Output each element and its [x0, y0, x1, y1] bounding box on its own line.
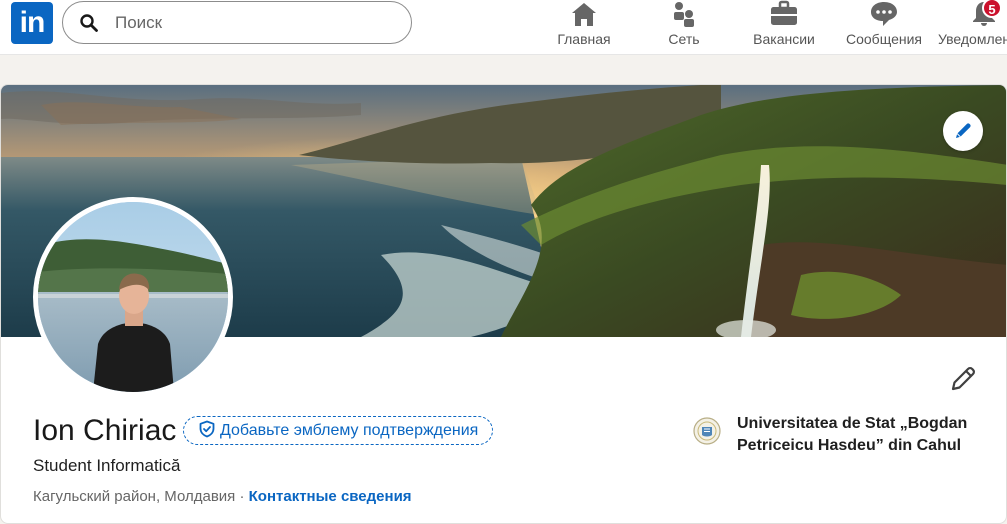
shield-check-icon	[199, 420, 215, 438]
add-verification-badge-button[interactable]: Добавьте эмблему подтверждения	[183, 416, 494, 445]
network-icon	[674, 2, 694, 27]
nav-jobs[interactable]: Вакансии	[744, 0, 824, 54]
location-separator: ·	[235, 488, 249, 505]
edit-profile-button[interactable]	[947, 363, 979, 395]
search-box[interactable]	[62, 1, 412, 44]
nav-home-label: Главная	[557, 31, 611, 47]
messages-icon	[871, 2, 897, 26]
pencil-icon	[956, 123, 971, 138]
verify-label: Добавьте эмблему подтверждения	[220, 422, 479, 439]
nav-network-label: Сеть	[668, 31, 700, 47]
university-logo	[693, 417, 721, 445]
search-icon	[80, 14, 98, 32]
nav-home[interactable]: Главная	[548, 0, 620, 54]
nav-messages-label: Сообщения	[846, 31, 922, 47]
nav-jobs-label: Вакансии	[753, 31, 815, 47]
nav-messages[interactable]: Сообщения	[838, 0, 930, 54]
location-text: Кагульский район, Молдавия	[33, 488, 236, 505]
notifications-badge: 5	[982, 0, 1002, 18]
profile-location-line: Кагульский район, Молдавия · Контактные …	[33, 486, 412, 508]
home-icon	[572, 3, 596, 26]
search-input[interactable]	[113, 2, 393, 43]
top-navigation-bar: in Главная Сеть Вакансии	[0, 0, 1007, 55]
profile-name: Ion Chiriac	[33, 414, 177, 447]
profile-card: Ion Chiriac Добавьте эмблему подтвержден…	[0, 84, 1007, 524]
nav-network[interactable]: Сеть	[648, 0, 720, 54]
linkedin-logo[interactable]: in	[11, 2, 53, 44]
nav-notifications-label: Уведомления	[938, 31, 1007, 47]
contact-info-link[interactable]: Контактные сведения	[249, 488, 412, 505]
education-name: Universitatea de Stat „Bogdan Petriceicu…	[737, 415, 968, 454]
profile-headline: Student Informatică	[33, 456, 181, 475]
nav-notifications[interactable]: 5 Уведомления	[934, 0, 1007, 54]
edit-cover-button[interactable]	[943, 111, 983, 151]
briefcase-icon	[771, 0, 797, 25]
profile-photo[interactable]	[33, 197, 233, 397]
